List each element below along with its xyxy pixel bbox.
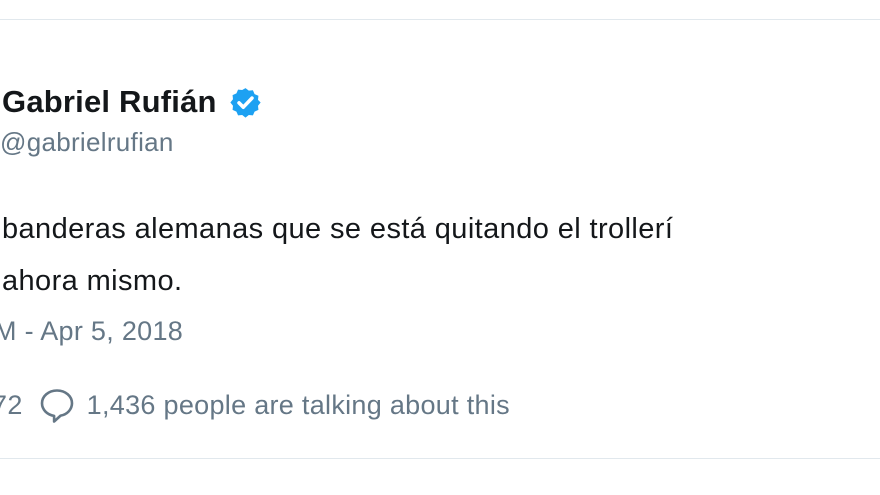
people-talking-link[interactable]: 1,436 people are talking about this	[87, 390, 510, 421]
page: Gabriel Rufián @gabrielrufian banderas a…	[0, 0, 880, 495]
tweet-timestamp[interactable]: M - Apr 5, 2018	[0, 316, 183, 347]
author-name[interactable]: Gabriel Rufián	[2, 84, 217, 120]
verified-badge-icon	[229, 86, 262, 119]
author-row: Gabriel Rufián	[2, 80, 262, 124]
tweet-text-line: ahora mismo.	[2, 265, 183, 297]
tweet-actions: 72 1,436 people are talking about this	[0, 383, 510, 427]
like-count[interactable]: 72	[0, 390, 23, 421]
speech-bubble-icon[interactable]	[37, 385, 77, 425]
tweet-text: banderas alemanas que se está quitando e…	[2, 203, 673, 307]
author-handle[interactable]: @gabrielrufian	[0, 127, 174, 158]
tweet-text-line: banderas alemanas que se está quitando e…	[2, 213, 674, 245]
